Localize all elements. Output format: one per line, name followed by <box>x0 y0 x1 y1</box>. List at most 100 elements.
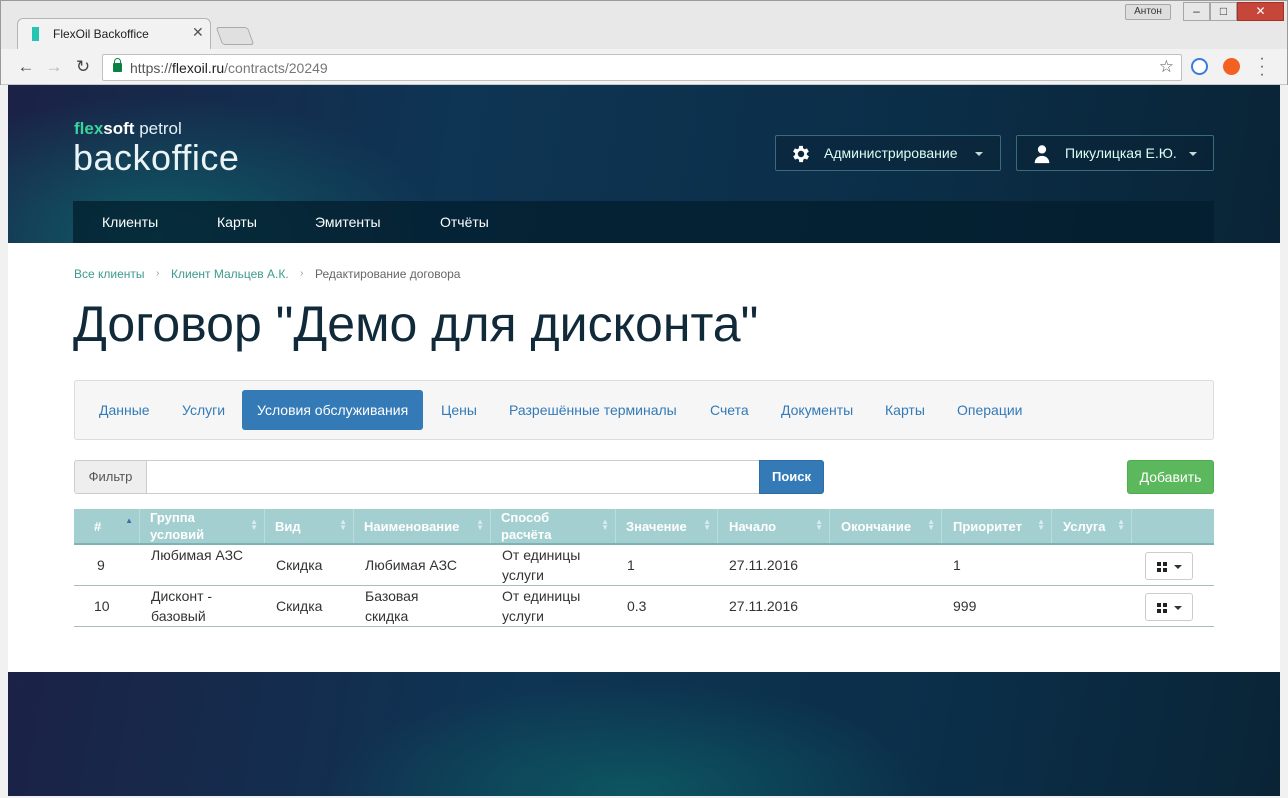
sort-icon: ▲ ▼ <box>601 517 609 532</box>
url-text[interactable]: https://flexoil.ru/contracts/20249 <box>130 60 328 76</box>
breadcrumb-separator: › <box>300 268 304 279</box>
user-icon <box>1034 145 1050 164</box>
cell-method: От единицы услуги <box>502 588 581 624</box>
page-title: Договор "Демо для дисконта" <box>73 296 759 352</box>
reload-icon[interactable]: ↻ <box>72 56 94 78</box>
user-label: Пикулицкая Е.Ю. <box>1065 145 1177 161</box>
logo-brand[interactable]: flexsoft petrol <box>74 119 182 139</box>
row-actions-dropdown[interactable] <box>1145 552 1193 580</box>
title-bar: FlexOil Backoffice ✕ Антон – □ ✕ <box>1 1 1287 49</box>
logo-petrol: petrol <box>134 119 182 138</box>
column-header-service[interactable]: Услуга ▲ ▼ <box>1052 509 1132 543</box>
tab-data[interactable]: Данные <box>84 390 165 430</box>
bookmark-star-icon[interactable]: ☆ <box>1159 57 1174 77</box>
logo-flex: flex <box>74 119 104 138</box>
breadcrumb-client[interactable]: Клиент Мальцев А.К. <box>171 267 289 281</box>
table-row[interactable]: 10 Дисконт - базовый Скидка Базовая скид… <box>74 586 1214 627</box>
tab-operations[interactable]: Операции <box>942 390 1038 430</box>
breadcrumb-all-clients[interactable]: Все клиенты <box>74 267 145 281</box>
nav-item-cards[interactable]: Карты <box>217 214 257 230</box>
chevron-down-icon <box>1174 606 1182 610</box>
close-window-button[interactable]: ✕ <box>1237 2 1284 21</box>
tab-documents[interactable]: Документы <box>766 390 868 430</box>
url-path: /contracts/20249 <box>224 60 328 76</box>
column-header-value[interactable]: Значение ▲ ▼ <box>616 509 718 543</box>
tab-title: FlexOil Backoffice <box>53 27 149 41</box>
minimize-button[interactable]: – <box>1183 2 1210 21</box>
tab-service-conditions[interactable]: Условия обслуживания <box>242 390 424 430</box>
search-button[interactable]: Поиск <box>759 460 824 494</box>
browser-tab[interactable]: FlexOil Backoffice ✕ <box>17 18 211 49</box>
cell-kind: Скидка <box>276 598 323 614</box>
browser-toolbar: ← → ↻ https://flexoil.ru/contracts/20249… <box>1 49 1287 85</box>
cell-priority: 1 <box>953 557 961 573</box>
admin-dropdown-button[interactable]: Администрирование <box>775 135 1001 171</box>
filter-input[interactable] <box>146 460 760 494</box>
lock-icon <box>113 58 122 72</box>
cell-name: Базовая скидка <box>365 588 419 624</box>
site-header: flexsoft petrol backoffice Администриров… <box>8 85 1280 243</box>
tab-close-icon[interactable]: ✕ <box>192 24 204 41</box>
nav-item-clients[interactable]: Клиенты <box>102 214 158 230</box>
main-nav: Клиенты Карты Эмитенты Отчёты <box>73 201 1214 243</box>
column-header-num[interactable]: # ▲ <box>74 509 140 543</box>
browser-chrome: FlexOil Backoffice ✕ Антон – □ ✕ ← → ↻ h… <box>0 0 1288 85</box>
sort-icon: ▲ ▼ <box>1037 517 1045 532</box>
chevron-down-icon <box>975 152 983 156</box>
tab-allowed-terminals[interactable]: Разрешённые терминалы <box>494 390 692 430</box>
cell-group: Дисконт - базовый <box>151 588 213 624</box>
sort-icon: ▲ ▼ <box>815 517 823 532</box>
tab-services[interactable]: Услуги <box>167 390 240 430</box>
sort-icon: ▲ ▼ <box>1117 517 1125 532</box>
grid-icon <box>1157 562 1167 572</box>
cell-value: 1 <box>627 557 635 573</box>
user-dropdown-button[interactable]: Пикулицкая Е.Ю. <box>1016 135 1214 171</box>
admin-label: Администрирование <box>824 145 958 161</box>
sort-icon: ▲ ▼ <box>703 517 711 532</box>
url-scheme: https:// <box>130 60 173 76</box>
column-header-priority[interactable]: Приоритет ▲ ▼ <box>942 509 1052 543</box>
window-user-badge[interactable]: Антон <box>1125 4 1171 20</box>
address-bar[interactable]: https://flexoil.ru/contracts/20249 ☆ <box>102 54 1182 81</box>
cell-num: 9 <box>97 557 105 573</box>
forward-arrow-icon[interactable]: → <box>43 56 65 78</box>
page: flexsoft petrol backoffice Администриров… <box>8 85 1280 796</box>
cell-group: Любимая АЗС <box>151 547 243 563</box>
maximize-button[interactable]: □ <box>1210 2 1237 21</box>
back-arrow-icon[interactable]: ← <box>15 56 37 78</box>
column-header-name[interactable]: Наименование ▲ ▼ <box>354 509 491 543</box>
nav-item-emitters[interactable]: Эмитенты <box>315 214 381 230</box>
cell-value: 0.3 <box>627 598 647 614</box>
tab-prices[interactable]: Цены <box>426 390 492 430</box>
extension-compass-icon[interactable] <box>1223 58 1240 75</box>
add-button[interactable]: Добавить <box>1127 460 1214 494</box>
column-header-end[interactable]: Окончание ▲ ▼ <box>830 509 942 543</box>
chevron-down-icon <box>1174 565 1182 569</box>
nav-item-reports[interactable]: Отчёты <box>440 214 489 230</box>
column-header-group[interactable]: Группа условий ▲ ▼ <box>140 509 265 543</box>
breadcrumb-current: Редактирование договора <box>315 267 461 281</box>
tab-accounts[interactable]: Счета <box>695 390 764 430</box>
row-actions-dropdown[interactable] <box>1145 593 1193 621</box>
tab-cards[interactable]: Карты <box>870 390 940 430</box>
cell-name: Любимая АЗС <box>365 557 457 573</box>
column-header-start[interactable]: Начало ▲ ▼ <box>718 509 830 543</box>
browser-menu-icon[interactable]: · · · <box>1257 51 1267 83</box>
sort-asc-icon: ▲ <box>125 516 133 525</box>
extension-sync-icon[interactable] <box>1191 58 1208 75</box>
tabs-panel: Данные Услуги Условия обслуживания Цены … <box>74 380 1214 440</box>
column-header-method[interactable]: Способ расчёта ▲ ▼ <box>491 509 616 543</box>
new-tab-button[interactable] <box>215 27 255 45</box>
column-header-kind[interactable]: Вид ▲ ▼ <box>265 509 354 543</box>
cell-priority: 999 <box>953 598 977 614</box>
column-header-actions <box>1132 509 1214 543</box>
cell-start: 27.11.2016 <box>729 557 799 573</box>
sort-icon: ▲ ▼ <box>927 517 935 532</box>
table-header: # ▲ Группа условий ▲ ▼ Вид ▲ ▼ Наименование ▲ ▼… <box>74 509 1214 545</box>
logo-product[interactable]: backoffice <box>73 137 239 179</box>
breadcrumb-separator: › <box>156 268 160 279</box>
sort-icon: ▲ ▼ <box>339 517 347 532</box>
table-row[interactable]: 9 Любимая АЗС Скидка Любимая АЗС От един… <box>74 545 1214 586</box>
cell-method: От единицы услуги <box>502 547 581 583</box>
sort-icon: ▲ ▼ <box>250 517 258 532</box>
